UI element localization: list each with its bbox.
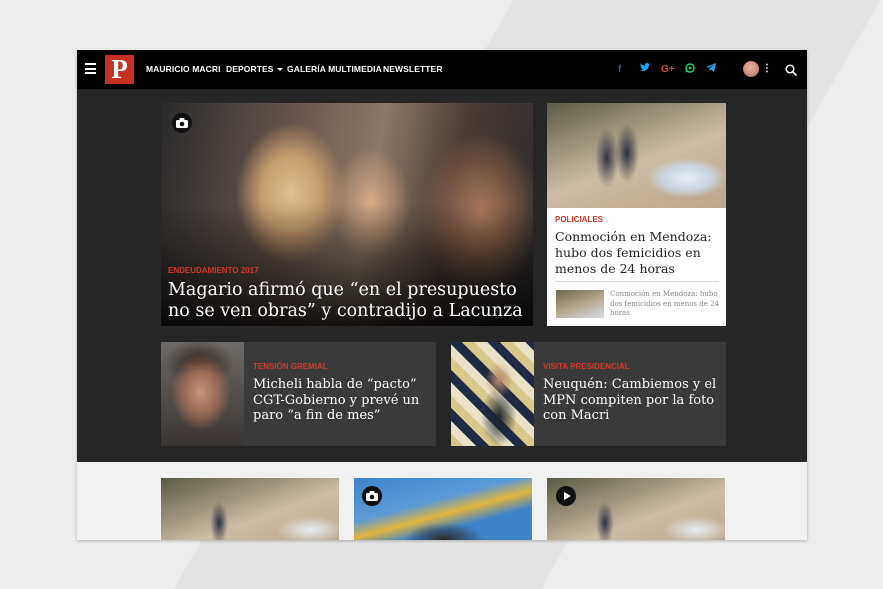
mini-article-category[interactable]: VISITA PRESIDENCIAL bbox=[543, 362, 630, 371]
featured-section: ENDEUDAMIENTO 2017 Magario afirmó que “e… bbox=[77, 89, 807, 462]
camera-icon bbox=[362, 486, 382, 506]
mini-article-card[interactable]: VISITA PRESIDENCIAL Neuquén: Cambiemos y… bbox=[451, 342, 726, 446]
article-tile-image[interactable] bbox=[161, 478, 339, 540]
related-article-thumbnail[interactable] bbox=[556, 290, 604, 318]
site-logo[interactable]: P bbox=[105, 55, 134, 84]
hero-headline[interactable]: Magario afirmó que “en el presupuesto no… bbox=[168, 280, 528, 322]
camera-icon bbox=[172, 113, 192, 133]
play-icon[interactable] bbox=[556, 486, 576, 506]
tile-photo bbox=[161, 478, 339, 540]
facebook-icon[interactable]: f bbox=[618, 63, 621, 76]
mini-article-image[interactable] bbox=[161, 342, 244, 446]
hero-category[interactable]: ENDEUDAMIENTO 2017 bbox=[168, 266, 259, 275]
article-tile-image[interactable] bbox=[354, 478, 532, 540]
mini-article-headline[interactable]: Micheli habla de “pacto” CGT-Gobierno y … bbox=[253, 377, 431, 424]
nav-item-mauricio-macri[interactable]: MAURICIO MACRI bbox=[146, 50, 221, 89]
nav-item-galeria-multimedia[interactable]: GALERÍA MULTIMEDIA bbox=[287, 50, 382, 89]
mini-article-card[interactable]: TENSIÓN GREMIAL Micheli habla de “pacto”… bbox=[161, 342, 436, 446]
related-article-link[interactable]: Conmoción en Mendoza: hubo dos femicidio… bbox=[610, 290, 722, 319]
tile-photo bbox=[547, 478, 725, 540]
site-window: P MAURICIO MACRI DEPORTES GALERÍA MULTIM… bbox=[77, 50, 807, 540]
hero-article[interactable]: ENDEUDAMIENTO 2017 Magario afirmó que “e… bbox=[161, 103, 533, 326]
user-avatar[interactable] bbox=[743, 61, 759, 77]
article-tile-image[interactable] bbox=[547, 478, 725, 540]
side-article-headline[interactable]: Conmoción en Mendoza: hubo dos femicidio… bbox=[555, 229, 721, 277]
side-article-category[interactable]: POLICIALES bbox=[555, 215, 603, 224]
mini-article-headline[interactable]: Neuquén: Cambiemos y el MPN compiten por… bbox=[543, 377, 721, 424]
mini-article-image[interactable] bbox=[451, 342, 534, 446]
nav-item-deportes[interactable]: DEPORTES bbox=[226, 50, 283, 89]
side-article-card[interactable]: POLICIALES Conmoción en Mendoza: hubo do… bbox=[547, 103, 726, 326]
top-navbar: P MAURICIO MACRI DEPORTES GALERÍA MULTIM… bbox=[77, 50, 807, 89]
tile-photo bbox=[354, 478, 532, 540]
search-icon[interactable] bbox=[785, 63, 797, 76]
telegram-icon[interactable] bbox=[706, 63, 716, 76]
whatsapp-icon[interactable] bbox=[685, 63, 695, 77]
hamburger-menu-icon[interactable] bbox=[85, 63, 96, 74]
side-article-image[interactable] bbox=[547, 103, 726, 208]
more-options-icon[interactable]: ⋮ bbox=[762, 63, 772, 75]
google-plus-icon[interactable]: G+ bbox=[661, 63, 675, 76]
nav-item-newsletter[interactable]: NEWSLETTER bbox=[383, 50, 443, 89]
nav-item-label: DEPORTES bbox=[226, 64, 274, 74]
chevron-down-icon bbox=[276, 68, 283, 72]
mini-article-category[interactable]: TENSIÓN GREMIAL bbox=[253, 362, 328, 371]
twitter-icon[interactable] bbox=[640, 63, 650, 76]
divider bbox=[555, 281, 719, 282]
